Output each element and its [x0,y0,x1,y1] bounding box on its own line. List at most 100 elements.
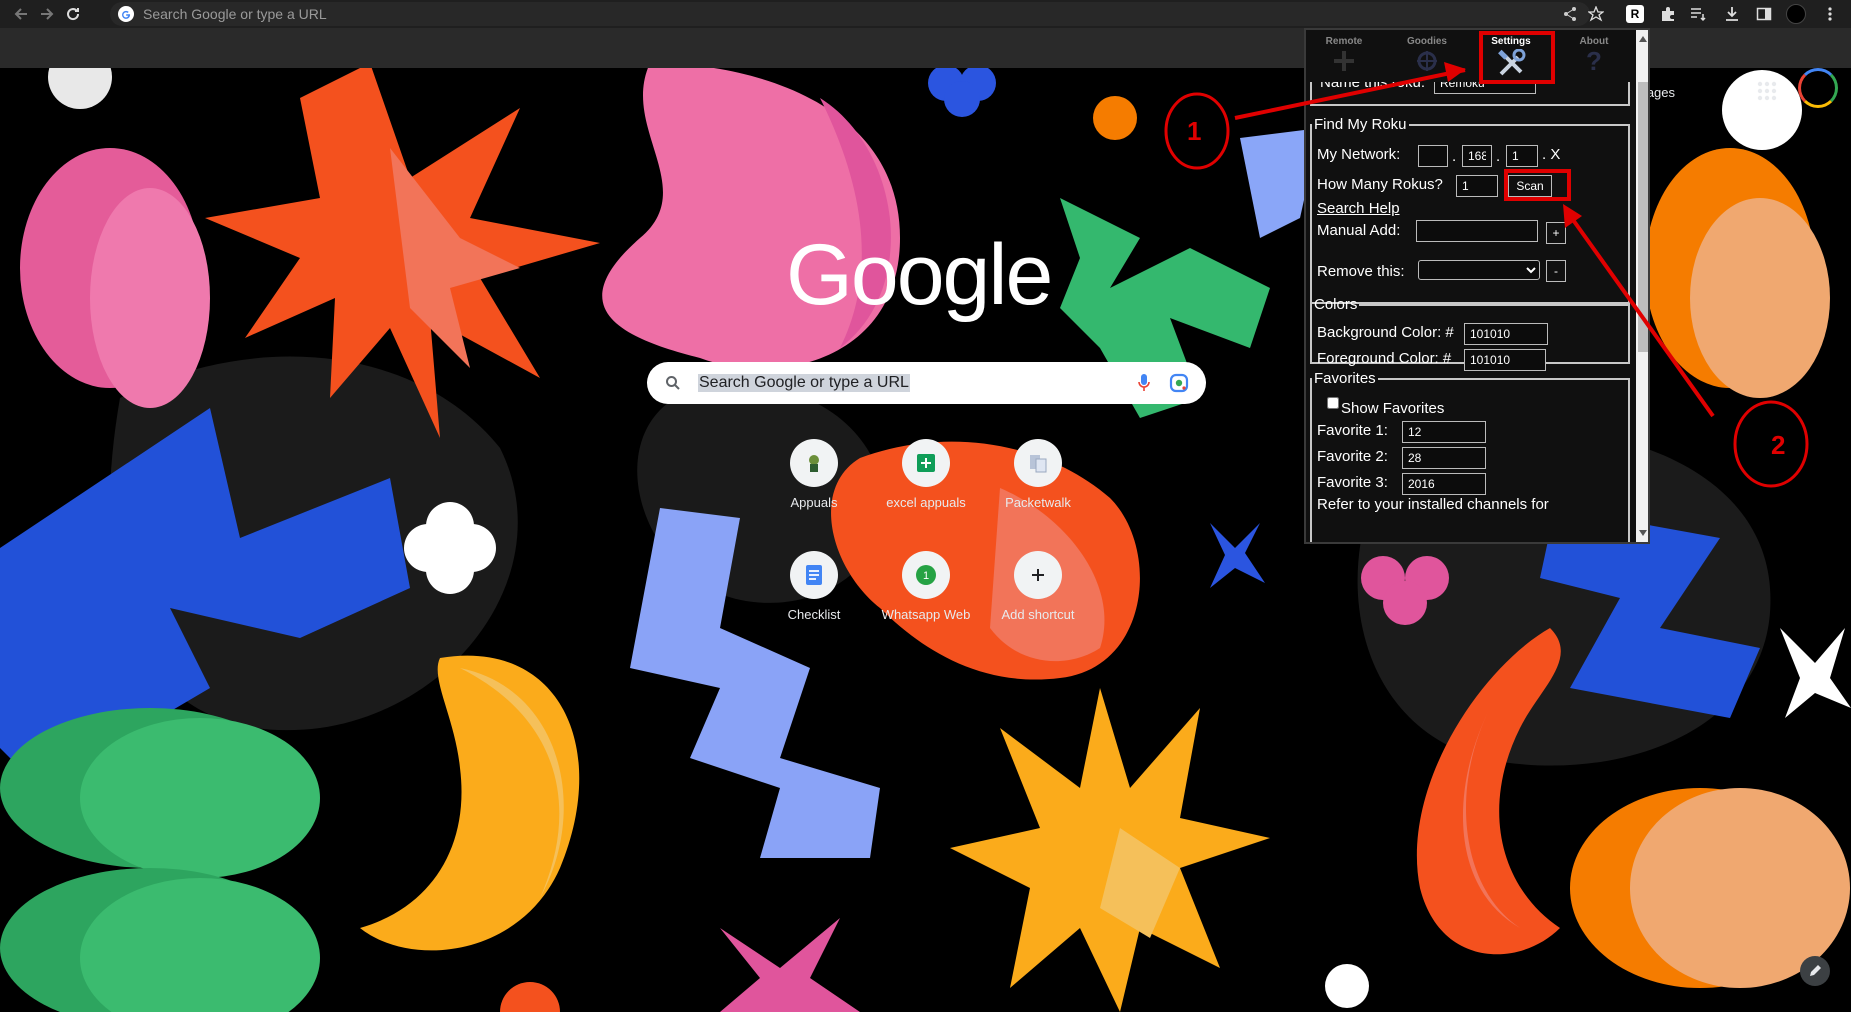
colors-legend: Colors [1314,296,1358,313]
microphone-icon[interactable] [1137,373,1151,393]
apps-grid-icon[interactable] [1750,74,1784,108]
shortcut-label: Appuals [790,495,838,510]
popup-scrollbar[interactable] [1636,30,1648,542]
foreground-color-input[interactable] [1464,349,1546,371]
packetwalk-icon [1014,439,1062,487]
background-color-input[interactable] [1464,323,1548,345]
tab-goodies[interactable]: Goodies [1392,36,1462,73]
tab-remote[interactable]: Remote [1309,36,1379,73]
plus-icon [1014,551,1062,599]
customize-button[interactable] [1800,956,1830,986]
tab-settings[interactable]: Settings [1476,36,1546,76]
sheets-icon [902,439,950,487]
shortcut-label: Checklist [787,607,841,622]
share-icon[interactable] [1562,6,1578,22]
back-arrow-icon [14,8,27,20]
shortcut-appuals[interactable]: Appuals [758,439,870,510]
omnibox-placeholder: Search Google or type a URL [143,6,327,22]
scan-button[interactable]: Scan [1508,175,1552,197]
appuals-icon [790,439,838,487]
manual-add-label: Manual Add: [1317,222,1401,239]
ntp-search-box[interactable]: Search Google or type a URL [647,362,1206,404]
remove-roku-select[interactable] [1418,260,1540,280]
google-logo: Google [786,227,1053,323]
remote-dpad-icon [1334,51,1354,71]
remoku-popup: Name this roku: Find My Roku My Network:… [1304,28,1650,544]
ip-dot: . [1452,148,1457,165]
favorites-note: Refer to your installed channels for [1317,496,1549,513]
favorite-1-label: Favorite 1: [1317,422,1388,439]
favorite-2-label: Favorite 2: [1317,448,1388,465]
forward-button[interactable] [36,3,58,25]
reload-icon [67,8,80,21]
tools-icon [1498,49,1526,76]
tab-goodies-label: Goodies [1406,36,1447,47]
shortcut-add[interactable]: Add shortcut [982,551,1094,622]
foreground-color-label: Foreground Color: # [1317,350,1452,367]
back-button[interactable] [10,3,32,25]
browser-toolbar: Search Google or type a URL R [0,0,1851,28]
extension-badge: R [1630,7,1640,21]
favorites-legend: Favorites [1314,370,1376,387]
reading-list-icon[interactable] [1688,4,1708,24]
find-my-roku-legend: Find My Roku [1314,116,1407,133]
download-icon[interactable] [1722,4,1742,24]
popup-tab-bar: Remote Goodies Settings About ? [1306,30,1636,82]
forward-arrow-icon [41,8,54,20]
remoku-extension-icon[interactable]: R [1626,5,1644,23]
ip-octet-3[interactable] [1506,145,1538,167]
google-lens-icon[interactable] [1169,373,1189,393]
favorite-1-input[interactable] [1402,421,1486,443]
tab-remote-label: Remote [1325,36,1363,47]
ntp-search-placeholder: Search Google or type a URL [698,374,910,392]
reload-button[interactable] [62,3,84,25]
background-color-label: Background Color: # [1317,324,1454,341]
scroll-up-icon[interactable] [1639,36,1647,42]
how-many-label: How Many Rokus? [1317,176,1443,193]
scroll-down-icon[interactable] [1639,530,1647,536]
ip-octet-2[interactable] [1462,145,1492,167]
svg-text:1: 1 [923,570,929,582]
settings-panel: Name this roku: Find My Roku My Network:… [1306,70,1636,542]
ip-dot: . [1496,148,1501,165]
shortcut-label: Packetwalk [1005,495,1071,510]
shortcut-whatsapp-web[interactable]: 1 Whatsapp Web [870,551,982,622]
favorite-3-label: Favorite 3: [1317,474,1388,491]
shortcut-checklist[interactable]: Checklist [758,551,870,622]
profile-avatar[interactable] [1786,4,1806,24]
omnibox[interactable]: Search Google or type a URL [110,2,1590,26]
account-avatar[interactable] [1798,68,1838,108]
shortcut-label: Add shortcut [1001,607,1075,622]
add-roku-button[interactable]: + [1546,222,1566,244]
manual-add-input[interactable] [1416,220,1538,242]
side-panel-icon[interactable] [1754,4,1774,24]
goodies-icon [1417,51,1437,71]
extensions-puzzle-icon[interactable] [1658,4,1678,24]
shortcut-label: excel appuals [886,495,966,510]
google-g-icon [118,6,134,22]
search-icon [666,376,680,390]
scroll-thumb[interactable] [1638,82,1648,352]
remove-label: Remove this: [1317,263,1405,280]
pencil-icon [1810,965,1821,976]
docs-icon [790,551,838,599]
show-favorites-checkbox[interactable] [1327,397,1339,409]
ip-octet-1[interactable] [1418,145,1448,167]
shortcut-packetwalk[interactable]: Packetwalk [982,439,1094,510]
shortcut-label: Whatsapp Web [881,607,971,622]
how-many-input[interactable] [1456,175,1498,197]
whatsapp-icon: 1 [902,551,950,599]
tab-settings-label: Settings [1491,36,1531,47]
shortcut-excel-appuals[interactable]: excel appuals [870,439,982,510]
show-favorites-label: Show Favorites [1341,400,1445,417]
ip-last-octet-label: . X [1542,146,1561,163]
browser-menu-icon[interactable] [1820,4,1840,24]
favorite-2-input[interactable] [1402,447,1486,469]
question-icon: ? [1586,46,1602,76]
tab-about[interactable]: About ? [1559,36,1629,76]
my-network-label: My Network: [1317,146,1401,163]
remove-roku-button[interactable]: - [1546,260,1566,282]
search-help-link[interactable]: Search Help [1317,200,1400,217]
bookmark-star-icon[interactable] [1586,4,1606,24]
favorite-3-input[interactable] [1402,473,1486,495]
